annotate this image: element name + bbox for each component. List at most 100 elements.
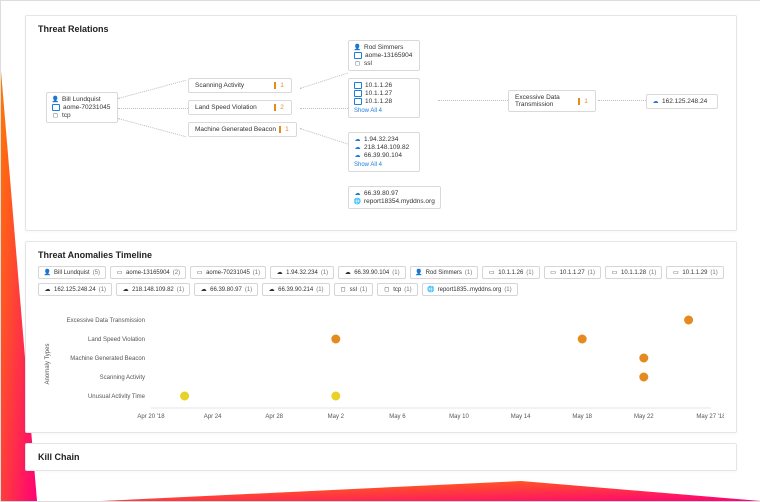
timeline-point[interactable] bbox=[180, 392, 189, 401]
right-ip: 162.125.248.24 bbox=[662, 98, 707, 105]
timeline-chip[interactable]: 🌐report1835..myddns.org (1) bbox=[422, 283, 518, 296]
threat-count: 2 bbox=[274, 104, 285, 111]
svg-text:May 10: May 10 bbox=[449, 414, 469, 420]
user-icon: 👤 bbox=[354, 44, 361, 51]
threat-count: 1 bbox=[578, 98, 589, 105]
chip-label: aome-13165904 bbox=[126, 270, 170, 276]
timeline-chip[interactable]: 👤Rod Simmers (1) bbox=[410, 266, 479, 279]
timeline-point[interactable] bbox=[639, 373, 648, 382]
svg-text:May 14: May 14 bbox=[511, 414, 531, 420]
svg-text:May 6: May 6 bbox=[389, 414, 406, 420]
proto-icon: ◻ bbox=[383, 286, 390, 293]
timeline-chip[interactable]: ☁66.39.90.214 (1) bbox=[262, 283, 329, 296]
svg-text:Excessive Data Transmission: Excessive Data Transmission bbox=[67, 318, 145, 324]
svg-text:May 18: May 18 bbox=[572, 414, 592, 420]
timeline-chip[interactable]: ▭10.1.1.28 (1) bbox=[605, 266, 662, 279]
timeline-chip[interactable]: ▭10.1.1.27 (1) bbox=[544, 266, 601, 279]
ip-group-a[interactable]: 10.1.1.26 10.1.1.27 10.1.1.28 Show All 4 bbox=[348, 78, 420, 118]
threat-node-landspeed[interactable]: Land Speed Violation 2 bbox=[188, 100, 292, 115]
chip-count: (1) bbox=[649, 270, 656, 276]
chip-count: (1) bbox=[404, 287, 411, 293]
rod-proto: ssl bbox=[364, 60, 372, 67]
ip-group-b[interactable]: ☁1.94.32.234 ☁218.148.109.82 ☁66.39.90.1… bbox=[348, 132, 420, 172]
chip-label: aome-70231045 bbox=[206, 270, 250, 276]
network-icon: ☁ bbox=[354, 190, 361, 197]
timeline-chip[interactable]: ▭aome-13165904 (2) bbox=[110, 266, 186, 279]
threat-label: Scanning Activity bbox=[195, 82, 244, 89]
threat-node-scanning[interactable]: Scanning Activity 1 bbox=[188, 78, 292, 93]
chip-count: (1) bbox=[392, 270, 399, 276]
timeline-chip[interactable]: ☁162.125.248.24 (1) bbox=[38, 283, 112, 296]
kill-chain-title: Kill Chain bbox=[38, 452, 724, 462]
chip-label: Rod Simmers bbox=[426, 270, 462, 276]
ip-a-0: 10.1.1.26 bbox=[365, 82, 392, 89]
net-icon: ☁ bbox=[200, 286, 207, 293]
chip-label: 10.1.1.29 bbox=[682, 270, 707, 276]
timeline-point[interactable] bbox=[639, 354, 648, 363]
timeline-chip[interactable]: ▭aome-70231045 (1) bbox=[190, 266, 266, 279]
rod-user: Rod Simmers bbox=[364, 44, 403, 51]
timeline-chip[interactable]: ▭10.1.1.26 (1) bbox=[482, 266, 539, 279]
timeline-point[interactable] bbox=[578, 335, 587, 344]
kill-chain-panel: Kill Chain bbox=[25, 443, 737, 471]
chip-count: (1) bbox=[245, 287, 252, 293]
svg-text:Unusual Activity Time: Unusual Activity Time bbox=[88, 394, 146, 400]
timeline-point[interactable] bbox=[331, 335, 340, 344]
timeline-point[interactable] bbox=[331, 392, 340, 401]
chip-label: report1835..myddns.org bbox=[438, 287, 502, 293]
chip-count: (1) bbox=[321, 270, 328, 276]
chip-count: (1) bbox=[504, 287, 511, 293]
chip-count: (1) bbox=[177, 287, 184, 293]
timeline-chip[interactable]: ☁66.39.90.104 (1) bbox=[338, 266, 405, 279]
root-entity-node[interactable]: 👤Bill Lundquist aome-70231045 ◻tcp bbox=[46, 92, 118, 123]
chip-count: (2) bbox=[173, 270, 180, 276]
svg-text:Apr 24: Apr 24 bbox=[204, 414, 222, 420]
timeline-chip[interactable]: ▭10.1.1.29 (1) bbox=[666, 266, 723, 279]
anomaly-timeline-chart: Anomaly Types Excessive Data Transmission… bbox=[38, 304, 724, 424]
network-icon: ☁ bbox=[652, 98, 659, 105]
show-all-link[interactable]: Show All 4 bbox=[354, 162, 414, 168]
chip-count: (1) bbox=[253, 270, 260, 276]
timeline-chip[interactable]: 👤Bill Lundquist (5) bbox=[38, 266, 106, 279]
chip-label: 10.1.1.28 bbox=[621, 270, 646, 276]
chip-label: 10.1.1.26 bbox=[498, 270, 523, 276]
chip-count: (1) bbox=[588, 270, 595, 276]
entity-node-rod[interactable]: 👤Rod Simmers aome-13165904 ◻ssl bbox=[348, 40, 420, 71]
timeline-chip[interactable]: ☁1.94.32.234 (1) bbox=[270, 266, 334, 279]
timeline-point[interactable] bbox=[684, 316, 693, 325]
svg-text:Anomaly Types: Anomaly Types bbox=[45, 344, 51, 385]
user-icon: 👤 bbox=[44, 269, 51, 276]
proto-icon: ◻ bbox=[340, 286, 347, 293]
threat-node-beacon[interactable]: Machine Generated Beacon 1 bbox=[188, 122, 297, 137]
threat-count: 1 bbox=[274, 82, 285, 89]
threat-label: Land Speed Violation bbox=[195, 104, 257, 111]
svg-text:Land Speed Violation: Land Speed Violation bbox=[88, 337, 145, 343]
net-icon: ☁ bbox=[44, 286, 51, 293]
chip-label: 218.148.109.82 bbox=[132, 287, 174, 293]
ip-b-2: 66.39.90.104 bbox=[364, 152, 402, 159]
chip-label: 1.94.32.234 bbox=[286, 270, 318, 276]
timeline-chip[interactable]: ☁66.39.80.97 (1) bbox=[194, 283, 258, 296]
chip-label: 66.39.80.97 bbox=[210, 287, 242, 293]
timeline-chip[interactable]: ◻ssl (1) bbox=[334, 283, 374, 296]
net-icon: ☁ bbox=[268, 286, 275, 293]
threat-node-excessive[interactable]: Excessive Data Transmission 1 bbox=[508, 90, 596, 112]
chip-label: 162.125.248.24 bbox=[54, 287, 96, 293]
svg-text:Scanning Activity: Scanning Activity bbox=[100, 375, 145, 381]
monitor-icon bbox=[354, 98, 362, 105]
mon-icon: ▭ bbox=[488, 269, 495, 276]
ip-group-c[interactable]: ☁66.39.80.97 🌐report18354.myddns.org bbox=[348, 186, 441, 209]
svg-text:May 27 '18: May 27 '18 bbox=[696, 414, 724, 420]
ip-b-1: 218.148.109.82 bbox=[364, 144, 409, 151]
threat-label: Machine Generated Beacon bbox=[195, 126, 276, 133]
ip-node-right[interactable]: ☁162.125.248.24 bbox=[646, 94, 718, 109]
monitor-icon bbox=[354, 82, 362, 89]
root-user: Bill Lundquist bbox=[62, 96, 101, 103]
svg-text:Apr 28: Apr 28 bbox=[265, 414, 283, 420]
chip-label: 10.1.1.27 bbox=[560, 270, 585, 276]
timeline-chip[interactable]: ◻tcp (1) bbox=[377, 283, 417, 296]
show-all-link[interactable]: Show All 4 bbox=[354, 108, 414, 114]
threat-timeline-title: Threat Anomalies Timeline bbox=[38, 250, 724, 260]
mon-icon: ▭ bbox=[672, 269, 679, 276]
timeline-chip[interactable]: ☁218.148.109.82 (1) bbox=[116, 283, 190, 296]
